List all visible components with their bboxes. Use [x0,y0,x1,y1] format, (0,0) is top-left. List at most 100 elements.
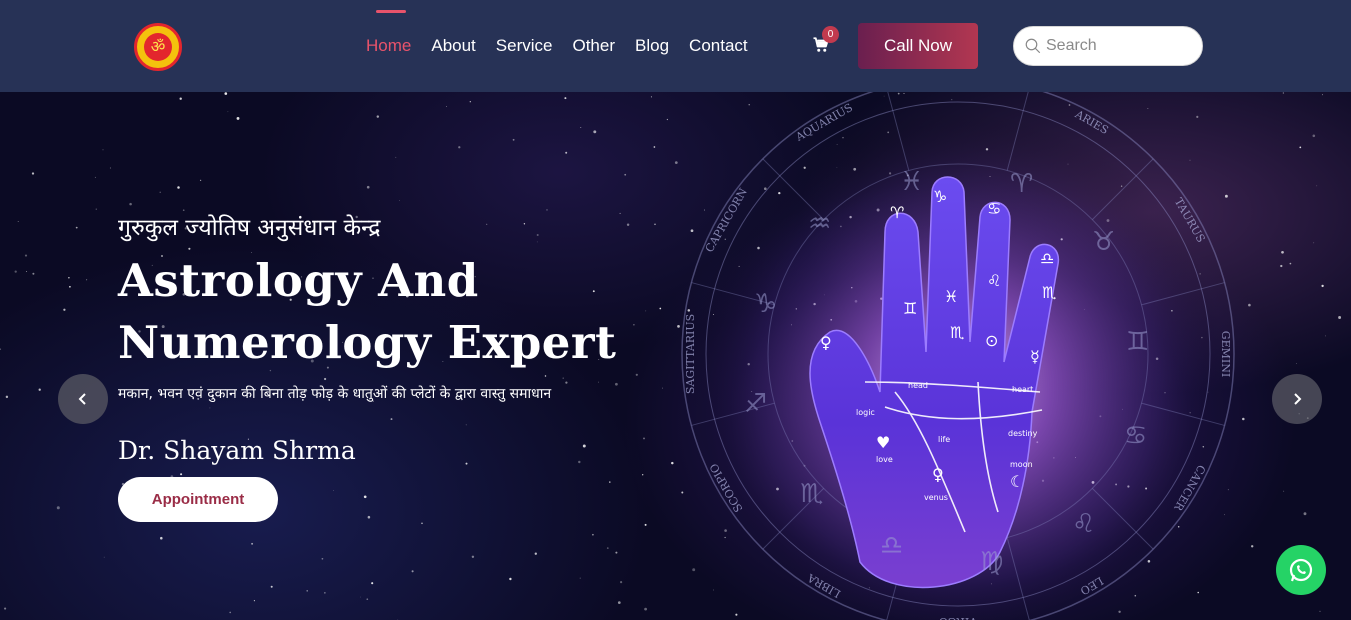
star [224,92,228,95]
star [1299,146,1302,149]
svg-text:♍: ♍ [980,547,1003,577]
palm-label-moon: moon [1010,460,1033,469]
svg-text:♋: ♋ [987,199,1001,218]
svg-text:☿: ☿ [1030,347,1040,366]
nav-home[interactable]: Home [366,10,411,58]
svg-text:♈: ♈ [890,203,904,222]
svg-text:♌: ♌ [987,271,1001,290]
chevron-left-icon [78,393,86,405]
nav-blog[interactable]: Blog [635,34,669,58]
star [592,533,594,536]
star [209,407,211,409]
star [371,582,374,585]
nav-contact[interactable]: Contact [689,34,748,58]
svg-text:☾: ☾ [1010,472,1024,491]
star [95,208,97,210]
whatsapp-icon [1289,558,1313,582]
search-icon [1025,38,1041,54]
star [1321,284,1324,288]
star [236,116,240,120]
nav-other[interactable]: Other [572,34,615,58]
svg-text:♏: ♏ [950,323,964,342]
star [469,101,471,103]
svg-text:♓: ♓ [900,167,923,197]
star [536,233,539,237]
star [251,542,254,545]
cart-button[interactable]: 0 [812,26,839,56]
site-logo[interactable]: ॐ [134,23,182,71]
star [534,552,537,555]
svg-text:♥: ♥ [876,433,890,452]
star [593,130,597,134]
nav-service[interactable]: Service [496,34,553,58]
star [642,474,644,476]
star [1319,610,1321,613]
star [129,202,132,206]
svg-text:♊: ♊ [903,299,917,318]
om-icon: ॐ [144,33,172,61]
star [411,570,414,573]
star [253,600,255,602]
slider-prev-button[interactable] [58,374,108,424]
zodiac-ring-label: GEMINI [1219,331,1232,377]
svg-text:♓: ♓ [944,287,958,306]
star [38,388,41,391]
call-now-button[interactable]: Call Now [858,23,978,69]
cart-count-badge: 0 [822,26,839,43]
svg-text:♌: ♌ [1072,509,1095,539]
star [1242,417,1245,421]
star [624,173,627,176]
star [321,557,324,560]
star [635,373,638,376]
slider-next-button[interactable] [1272,374,1322,424]
star [32,272,35,275]
star [1251,545,1254,548]
star [367,515,371,519]
star [653,146,656,148]
star [1312,134,1316,138]
star [674,161,678,164]
svg-text:♐: ♐ [744,389,767,419]
star [306,590,308,592]
search-input[interactable] [1046,37,1196,55]
star [333,489,335,491]
svg-text:♑: ♑ [754,289,777,319]
star [598,381,599,383]
nav-about[interactable]: About [431,34,475,58]
star [615,551,618,554]
star [565,381,568,384]
star [366,185,370,189]
star [1283,490,1285,492]
whatsapp-button[interactable] [1276,545,1326,595]
svg-text:♎: ♎ [880,531,903,561]
star [609,481,611,483]
zodiac-palm-illustration: PISCESARIESTAURUSGEMINICANCERLEOVIRGOLIB… [681,92,1235,620]
main-nav: Home About Service Other Blog Contact [366,10,768,58]
zodiac-ring-label: PISCES [936,92,979,93]
star [644,523,647,526]
star [620,581,623,584]
palm-label-destiny: destiny [1008,429,1038,438]
palm-label-venus: venus [924,493,948,502]
star [643,437,645,440]
star [666,118,669,121]
palm-label-heart: heart [1012,385,1033,394]
star [471,555,475,558]
star [458,146,461,149]
star [160,536,163,540]
star [565,151,568,154]
doctor-name: Dr. Shayam Shrma [118,436,356,465]
star [1295,363,1297,364]
star [626,223,630,226]
star [199,179,202,182]
star [536,241,538,243]
palm-label-love: love [876,455,893,464]
star [177,186,180,189]
appointment-button[interactable]: Appointment [118,477,278,522]
star [24,254,28,257]
star [421,522,423,525]
star [650,96,652,98]
star [4,607,7,610]
star [229,611,232,614]
star [523,223,526,225]
